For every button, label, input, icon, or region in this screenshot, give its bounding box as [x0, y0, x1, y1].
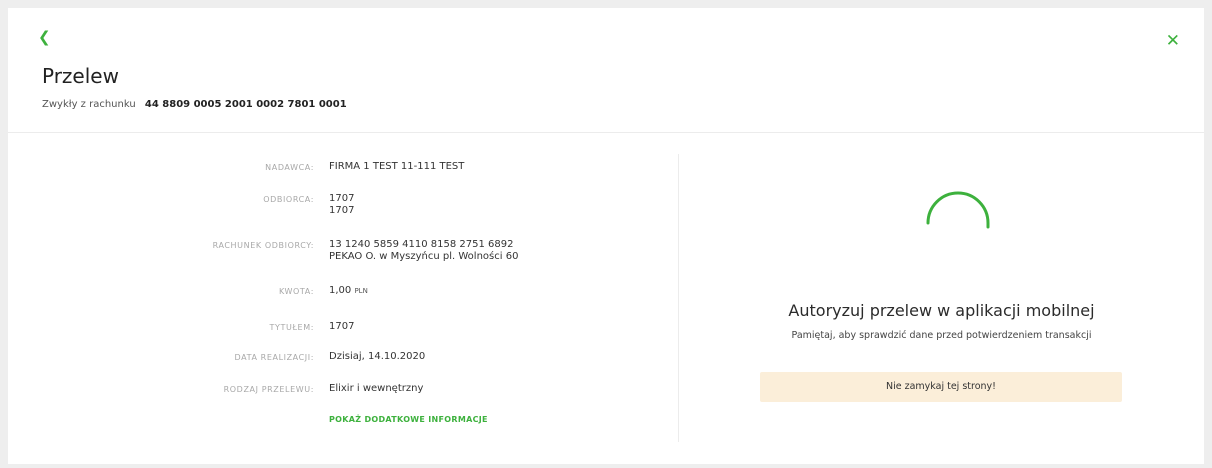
- date-value: Dzisiaj, 14.10.2020: [329, 351, 426, 362]
- auth-title: Autoryzuj przelew w aplikacji mobilnej: [788, 301, 1095, 320]
- recipient-account-label: RACHUNEK ODBIORCY:: [212, 241, 314, 250]
- transfer-card: ❮ ✕ Przelew Zwykły z rachunku 44 8809 00…: [8, 8, 1204, 464]
- date-label: DATA REALIZACJI:: [234, 353, 314, 362]
- amount-currency: PLN: [354, 287, 368, 295]
- recipient-bank: PEKAO O. w Myszyńcu pl. Wolności 60: [329, 251, 519, 262]
- amount-value: 1,00 PLN: [329, 285, 368, 297]
- recipient-account-value: 13 1240 5859 4110 8158 2751 6892 PEKAO O…: [329, 239, 518, 263]
- recipient-line2: 1707: [329, 205, 355, 216]
- warning-banner: Nie zamykaj tej strony!: [760, 372, 1122, 402]
- header: ❮ ✕ Przelew Zwykły z rachunku 44 8809 00…: [8, 8, 1204, 133]
- subtitle-label: Zwykły z rachunku: [42, 99, 136, 110]
- loading-spinner-icon: [926, 191, 990, 229]
- chevron-left-icon[interactable]: ❮: [38, 28, 51, 46]
- type-label: RODZAJ PRZELEWU:: [223, 385, 314, 394]
- recipient-account-number: 13 1240 5859 4110 8158 2751 6892: [329, 239, 514, 250]
- show-more-info-link[interactable]: POKAŻ DODATKOWE INFORMACJE: [329, 415, 488, 424]
- account-subtitle: Zwykły z rachunku 44 8809 0005 2001 0002…: [42, 99, 347, 110]
- account-number: 44 8809 0005 2001 0002 7801 0001: [144, 99, 347, 110]
- title-value: 1707: [329, 321, 355, 332]
- sender-label: NADAWCA:: [265, 163, 314, 172]
- recipient-line1: 1707: [329, 193, 355, 204]
- title-label: TYTUŁEM:: [269, 323, 314, 332]
- auth-subtitle: Pamiętaj, aby sprawdzić dane przed potwi…: [791, 330, 1092, 341]
- auth-panel: Autoryzuj przelew w aplikacji mobilnej P…: [679, 133, 1204, 464]
- type-value: Elixir i wewnętrzny: [329, 383, 424, 394]
- close-icon[interactable]: ✕: [1166, 32, 1180, 50]
- amount-number: 1,00: [329, 285, 352, 296]
- recipient-label: ODBIORCA:: [263, 195, 314, 204]
- transfer-details: NADAWCA: FIRMA 1 TEST 11-111 TEST ODBIOR…: [8, 133, 678, 464]
- sender-value: FIRMA 1 TEST 11-111 TEST: [329, 161, 465, 172]
- page-title: Przelew: [42, 64, 119, 88]
- amount-label: KWOTA:: [278, 287, 314, 296]
- recipient-value: 1707 1707: [329, 193, 354, 217]
